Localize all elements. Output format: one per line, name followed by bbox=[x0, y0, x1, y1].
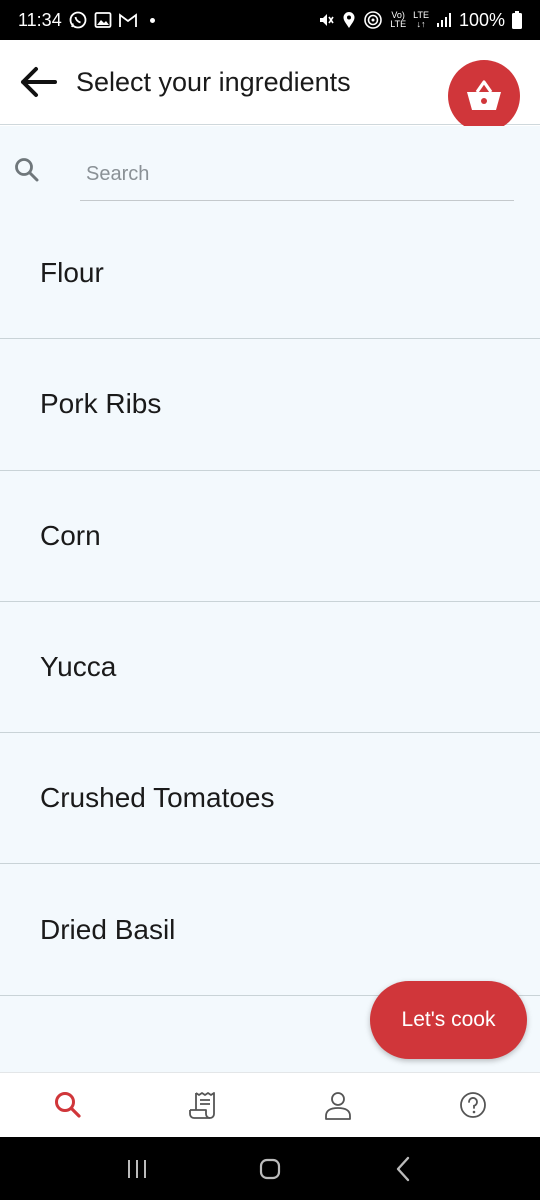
battery-icon bbox=[512, 11, 522, 29]
lte-icon: LTE ↓↑ bbox=[413, 10, 429, 29]
nav-profile[interactable] bbox=[270, 1073, 405, 1137]
dot-icon bbox=[149, 17, 155, 23]
mute-icon bbox=[317, 11, 335, 29]
nav-help[interactable] bbox=[405, 1073, 540, 1137]
search-icon bbox=[53, 1090, 83, 1120]
basket-button[interactable] bbox=[448, 60, 520, 132]
status-time: 11:34 bbox=[18, 9, 62, 30]
profile-icon bbox=[322, 1089, 354, 1121]
status-left: 11:34 bbox=[18, 10, 155, 31]
list-item[interactable]: Corn bbox=[0, 471, 540, 602]
bottom-nav bbox=[0, 1072, 540, 1137]
battery-percent: 100% bbox=[458, 9, 505, 30]
list-item[interactable]: Dried Basil bbox=[0, 864, 540, 996]
help-icon bbox=[458, 1090, 488, 1120]
chevron-left-icon bbox=[394, 1156, 412, 1182]
location-icon bbox=[342, 11, 356, 29]
home-icon bbox=[258, 1157, 282, 1181]
gallery-icon bbox=[94, 11, 112, 29]
back-nav-button[interactable] bbox=[373, 1144, 433, 1194]
home-button[interactable] bbox=[240, 1144, 300, 1194]
system-nav-bar bbox=[0, 1137, 540, 1200]
list-item[interactable]: Pork Ribs bbox=[0, 339, 540, 471]
gmail-icon bbox=[118, 12, 138, 28]
search-input[interactable] bbox=[80, 148, 514, 201]
list-item[interactable]: Crushed Tomatoes bbox=[0, 733, 540, 865]
nav-search[interactable] bbox=[0, 1073, 135, 1137]
search-icon bbox=[13, 156, 41, 189]
basket-icon bbox=[464, 79, 504, 113]
recent-apps-button[interactable] bbox=[107, 1144, 167, 1194]
whatsapp-icon bbox=[68, 10, 88, 30]
list-item[interactable]: Flour bbox=[0, 208, 540, 340]
arrow-left-icon bbox=[19, 66, 57, 98]
status-bar: 11:34 Vo) LTE LTE ↓↑ 100% bbox=[0, 0, 540, 40]
ingredients-panel: Flour Pork Ribs Corn Yucca Crushed Tomat… bbox=[0, 126, 540, 1072]
back-button[interactable] bbox=[0, 40, 76, 125]
volte-icon: Vo) LTE bbox=[390, 10, 407, 29]
page-title: Select your ingredients bbox=[76, 66, 351, 97]
receipt-icon bbox=[187, 1089, 219, 1121]
status-right: Vo) LTE LTE ↓↑ 100% bbox=[317, 10, 522, 31]
ingredients-list: Flour Pork Ribs Corn Yucca Crushed Tomat… bbox=[0, 208, 540, 996]
list-item[interactable]: Yucca bbox=[0, 602, 540, 734]
search-row bbox=[0, 126, 540, 208]
hotspot-icon bbox=[363, 10, 383, 30]
signal-icon bbox=[436, 12, 452, 28]
app-bar: Select your ingredients bbox=[0, 40, 540, 132]
nav-recipes[interactable] bbox=[135, 1073, 270, 1137]
lets-cook-button[interactable]: Let's cook bbox=[370, 981, 527, 1059]
recent-apps-icon bbox=[125, 1158, 149, 1180]
